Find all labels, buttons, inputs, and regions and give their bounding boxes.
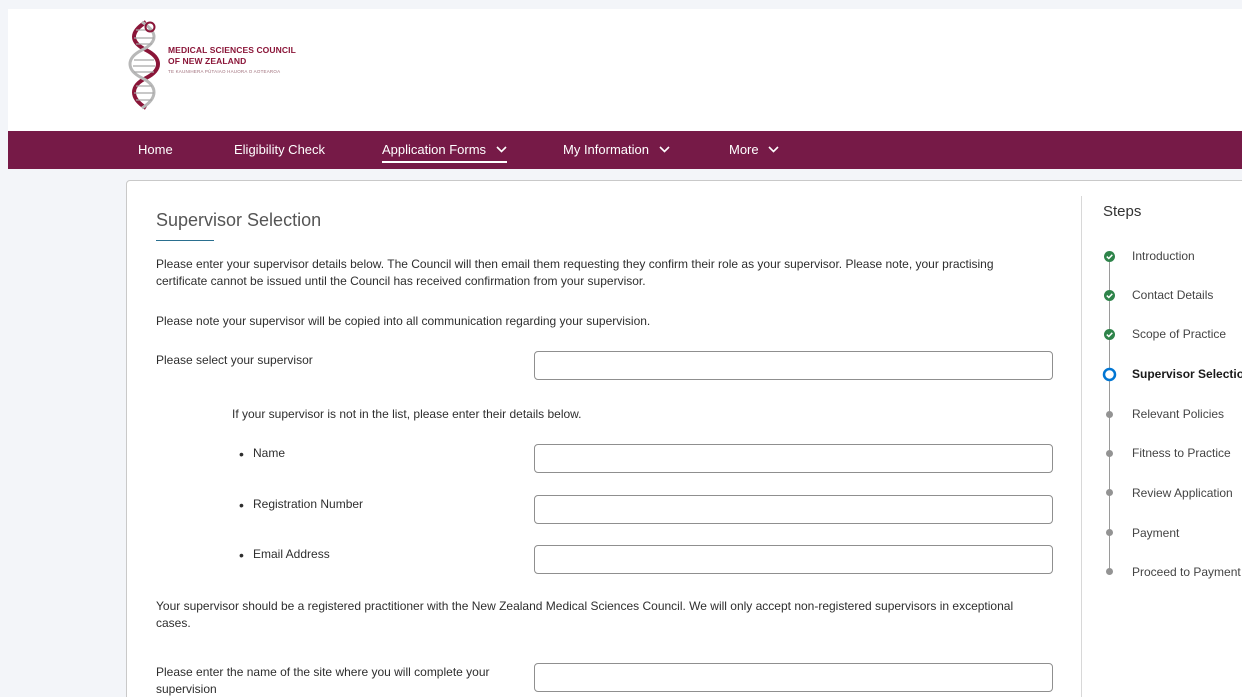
bullet-icon: • bbox=[239, 547, 244, 563]
step-payment[interactable]: Payment bbox=[1132, 526, 1179, 540]
pending-dot-icon bbox=[1106, 489, 1113, 496]
steps-title: Steps bbox=[1103, 203, 1142, 220]
logo-line-2: OF NEW ZEALAND bbox=[168, 56, 247, 66]
nav-my-information[interactable]: My Information bbox=[563, 131, 670, 169]
dna-helix-icon bbox=[128, 20, 160, 110]
main-nav: Home Eligibility Check Application Forms… bbox=[8, 131, 1242, 169]
select-supervisor-label: Please select your supervisor bbox=[156, 353, 313, 367]
check-circle-icon bbox=[1104, 290, 1115, 301]
council-logo[interactable]: MEDICAL SCIENCES COUNCIL OF NEW ZEALAND … bbox=[124, 18, 296, 112]
nav-my-information-label: My Information bbox=[563, 142, 649, 157]
nav-more[interactable]: More bbox=[729, 131, 779, 169]
chevron-down-icon bbox=[659, 146, 670, 153]
bullet-icon: • bbox=[239, 497, 244, 513]
step-fitness-to-practice[interactable]: Fitness to Practice bbox=[1132, 446, 1231, 460]
nav-home[interactable]: Home bbox=[138, 131, 173, 169]
chevron-down-icon bbox=[768, 146, 779, 153]
intro-paragraph-2: Please note your supervisor will be copi… bbox=[156, 314, 651, 328]
registration-number-input[interactable] bbox=[534, 495, 1053, 524]
site-label: Please enter the name of the site where … bbox=[156, 665, 490, 696]
site-input[interactable] bbox=[534, 663, 1053, 692]
pending-dot-icon bbox=[1106, 529, 1113, 536]
nav-more-label: More bbox=[729, 142, 759, 157]
email-address-label: Email Address bbox=[253, 547, 330, 561]
step-relevant-policies[interactable]: Relevant Policies bbox=[1132, 407, 1224, 421]
step-introduction[interactable]: Introduction bbox=[1132, 249, 1195, 263]
chevron-down-icon bbox=[496, 146, 507, 153]
logo-line-1: MEDICAL SCIENCES COUNCIL bbox=[168, 45, 296, 55]
registration-number-label: Registration Number bbox=[253, 497, 364, 511]
nav-eligibility-check[interactable]: Eligibility Check bbox=[234, 131, 325, 169]
step-proceed-to-payment[interactable]: Proceed to Payment bbox=[1132, 565, 1241, 579]
not-in-list-text: If your supervisor is not in the list, p… bbox=[232, 407, 582, 421]
step-contact-details[interactable]: Contact Details bbox=[1132, 288, 1213, 302]
name-input[interactable] bbox=[534, 444, 1053, 473]
check-circle-icon bbox=[1104, 329, 1115, 340]
pending-dot-icon bbox=[1106, 411, 1113, 418]
supervisor-select-input[interactable] bbox=[534, 351, 1053, 380]
title-underline bbox=[156, 240, 214, 241]
supervisor-note: Your supervisor should be a registered p… bbox=[156, 599, 1014, 630]
nav-home-label: Home bbox=[138, 142, 173, 157]
pending-dot-icon bbox=[1106, 450, 1113, 457]
nav-application-forms[interactable]: Application Forms bbox=[382, 131, 507, 169]
page-title: Supervisor Selection bbox=[156, 210, 322, 230]
nav-eligibility-check-label: Eligibility Check bbox=[234, 142, 326, 157]
logo-text: MEDICAL SCIENCES COUNCIL OF NEW ZEALAND … bbox=[168, 45, 296, 74]
current-step-ring-icon bbox=[1102, 367, 1117, 382]
bullet-icon: • bbox=[239, 446, 244, 462]
step-supervisor-selection[interactable]: Supervisor Selection bbox=[1132, 367, 1242, 381]
check-circle-icon bbox=[1104, 251, 1115, 262]
step-review-application[interactable]: Review Application bbox=[1132, 486, 1233, 500]
intro-paragraph-1: Please enter your supervisor details bel… bbox=[156, 257, 994, 288]
steps-divider bbox=[1081, 196, 1082, 697]
name-label: Name bbox=[253, 446, 286, 460]
logo-line-3: TE KAUNIHERA PŪTAIAO HAUORA O AOTEAROA bbox=[168, 69, 281, 74]
step-scope-of-practice[interactable]: Scope of Practice bbox=[1132, 327, 1226, 341]
nav-application-forms-label: Application Forms bbox=[382, 142, 487, 157]
pending-dot-icon bbox=[1106, 568, 1113, 575]
email-address-input[interactable] bbox=[534, 545, 1053, 574]
